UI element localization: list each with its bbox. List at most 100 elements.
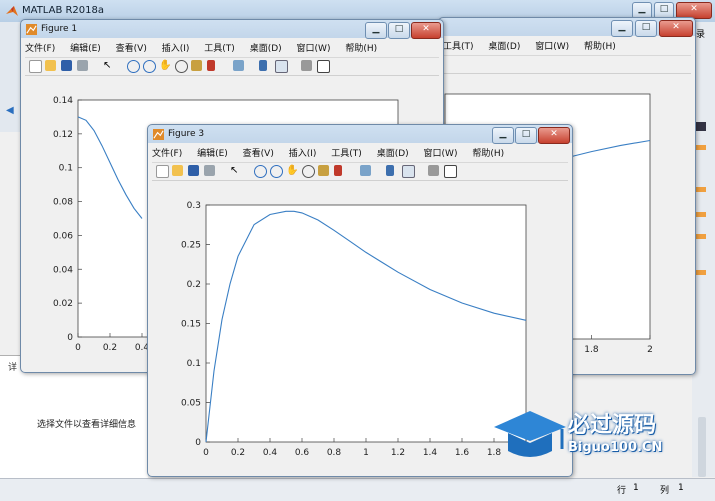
fig2-close-button[interactable]: ✕ [659, 20, 693, 37]
show-plot-tools-icon[interactable] [317, 60, 330, 73]
fig2-menu-desktop[interactable]: 桌面(D) [488, 39, 520, 52]
legend-icon[interactable] [275, 60, 288, 73]
x-tick-label: 0.6 [295, 448, 310, 458]
fig2-toolbar [443, 55, 691, 74]
show-plot-tools-icon[interactable] [444, 165, 457, 178]
fig2-menu-window[interactable]: 窗口(W) [535, 39, 569, 52]
fig1-menu-help[interactable]: 帮助(H) [345, 41, 377, 54]
figure-3-title: Figure 3 [168, 129, 204, 139]
y-tick-label: 0 [67, 333, 73, 343]
fig1-menu-view[interactable]: 查看(V) [116, 41, 147, 54]
workspace-marker-4 [696, 234, 706, 239]
colorbar-icon[interactable] [386, 165, 394, 176]
fig2-maximize-button[interactable]: □ [635, 20, 657, 37]
pan-hand-icon[interactable]: ✋ [159, 60, 170, 71]
graduation-cap-icon [492, 407, 568, 461]
watermark-brand-cn: 必过源码 [568, 407, 656, 439]
legend-icon[interactable] [402, 165, 415, 178]
fig1-menu-window[interactable]: 窗口(W) [297, 41, 331, 54]
fig1-menu-tools[interactable]: 工具(T) [204, 41, 235, 54]
back-arrow-icon[interactable]: ◀ [6, 105, 18, 115]
zoom-out-icon[interactable] [270, 165, 283, 178]
fig1-menu-insert[interactable]: 插入(I) [162, 41, 190, 54]
link-plot-icon[interactable] [233, 60, 244, 71]
watermark-logo: 必过源码 Biguo100.CN [492, 405, 702, 465]
select-arrow-icon[interactable]: ↖ [230, 165, 241, 176]
brush-icon[interactable] [207, 60, 215, 71]
hide-plot-tools-icon[interactable] [428, 165, 439, 176]
workspace-marker-2 [696, 187, 706, 192]
fig3-maximize-button[interactable]: □ [515, 127, 537, 144]
data-cursor-icon[interactable] [191, 60, 202, 71]
save-icon[interactable] [188, 165, 199, 176]
fig1-close-button[interactable]: ✕ [411, 22, 441, 39]
zoom-out-icon[interactable] [143, 60, 156, 73]
brush-icon[interactable] [334, 165, 342, 176]
fig3-toolbar: ↖ ✋ [152, 162, 568, 181]
fig1-menu-file[interactable]: 文件(F) [25, 41, 55, 54]
fig3-menubar: 文件(F) 编辑(E) 查看(V) 插入(I) 工具(T) 桌面(D) 窗口(W… [152, 146, 568, 161]
fig2-menu-help[interactable]: 帮助(H) [584, 39, 616, 52]
fig3-menu-file[interactable]: 文件(F) [152, 146, 182, 159]
y-tick-label: 0.14 [53, 96, 73, 106]
y-tick-label: 0.1 [59, 164, 73, 174]
fig1-menu-edit[interactable]: 编辑(E) [70, 41, 101, 54]
details-hint-text: 选择文件以查看详细信息 [37, 417, 136, 430]
fig3-close-button[interactable]: ✕ [538, 127, 570, 144]
print-icon[interactable] [204, 165, 215, 176]
x-tick-label: 0 [203, 448, 209, 458]
fig2-menu-tools[interactable]: 工具(T) [443, 39, 474, 52]
new-figure-icon[interactable] [29, 60, 42, 73]
status-row-label: 行 [617, 483, 626, 496]
panel-close-icon[interactable] [696, 122, 706, 131]
workspace-marker-1 [696, 145, 706, 150]
y-tick-label: 0.12 [53, 130, 73, 140]
fig3-menu-help[interactable]: 帮助(H) [472, 146, 504, 159]
x-tick-label: 0.2 [231, 448, 245, 458]
rotate-icon[interactable] [302, 165, 315, 178]
fig3-menu-insert[interactable]: 插入(I) [289, 146, 317, 159]
fig3-minimize-button[interactable]: ▁ [492, 127, 514, 144]
y-tick-label: 0 [195, 438, 201, 448]
y-tick-label: 0.15 [181, 320, 201, 330]
fig1-maximize-button[interactable]: □ [388, 22, 410, 39]
y-tick-label: 0.05 [181, 399, 201, 409]
rotate-icon[interactable] [175, 60, 188, 73]
fig1-minimize-button[interactable]: ▁ [365, 22, 387, 39]
fig3-menu-window[interactable]: 窗口(W) [424, 146, 458, 159]
fig1-menu-desktop[interactable]: 桌面(D) [250, 41, 282, 54]
save-icon[interactable] [61, 60, 72, 71]
colorbar-icon[interactable] [259, 60, 267, 71]
zoom-in-icon[interactable] [254, 165, 267, 178]
fig3-menu-desktop[interactable]: 桌面(D) [377, 146, 409, 159]
fig2-minimize-button[interactable]: ▁ [611, 20, 633, 37]
link-plot-icon[interactable] [360, 165, 371, 176]
fig3-menu-view[interactable]: 查看(V) [243, 146, 274, 159]
x-tick-label: 0.2 [103, 343, 117, 353]
workspace-marker-5 [696, 270, 706, 275]
workspace-marker-3 [696, 212, 706, 217]
y-tick-label: 0.25 [181, 241, 201, 251]
fig1-toolbar: ↖ ✋ [25, 57, 439, 76]
open-file-icon[interactable] [45, 60, 56, 71]
fig3-menu-edit[interactable]: 编辑(E) [197, 146, 228, 159]
fig3-menu-tools[interactable]: 工具(T) [331, 146, 362, 159]
x-tick-label: 1.6 [455, 448, 470, 458]
x-tick-label: 0 [75, 343, 81, 353]
zoom-in-icon[interactable] [127, 60, 140, 73]
x-tick-label: 2 [647, 345, 653, 355]
data-cursor-icon[interactable] [318, 165, 329, 176]
figure-1-title: Figure 1 [41, 24, 77, 34]
open-file-icon[interactable] [172, 165, 183, 176]
watermark-brand-en: Biguo100.CN [568, 440, 662, 455]
new-figure-icon[interactable] [156, 165, 169, 178]
y-tick-label: 0.2 [187, 280, 201, 290]
pan-hand-icon[interactable]: ✋ [286, 165, 297, 176]
select-arrow-icon[interactable]: ↖ [103, 60, 114, 71]
y-tick-label: 0.08 [53, 198, 73, 208]
hide-plot-tools-icon[interactable] [301, 60, 312, 71]
print-icon[interactable] [77, 60, 88, 71]
details-side-label: 详 [8, 360, 17, 373]
fig2-menubar: 工具(T) 桌面(D) 窗口(W) 帮助(H) [443, 39, 691, 54]
y-tick-label: 0.3 [187, 201, 201, 211]
